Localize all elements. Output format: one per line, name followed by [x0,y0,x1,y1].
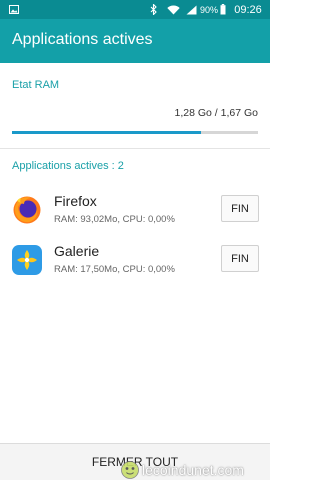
bluetooth-icon [148,0,160,19]
list-item-firefox: Firefox RAM: 93,02Mo, CPU: 0,00% FIN [0,187,270,237]
app-name: Galerie [54,243,100,259]
ram-progress-fill [12,131,202,134]
image-notification-icon [8,0,20,19]
watermark-text: lecoindunet.com [142,462,244,478]
battery-icon [219,0,227,19]
app-stats: RAM: 93,02Mo, CPU: 0,00% [54,214,175,225]
active-apps-label: Applications actives : 2 [12,160,124,172]
ram-usage-value: 1,28 Go / 1,67 Go [174,107,258,119]
gallery-icon [12,245,42,275]
ram-section-label: Etat RAM [12,79,60,91]
status-clock: 09:26 [234,3,262,16]
watermark: lecoindunet.com [120,459,244,481]
watermark-logo-icon [121,461,139,479]
app-name: Firefox [54,193,97,209]
end-galerie-button[interactable]: FIN [221,245,259,272]
end-firefox-button[interactable]: FIN [221,195,259,222]
signal-icon [185,0,197,19]
app-bar: Applications actives [0,19,270,63]
battery-percentage: 90% [199,4,218,15]
section-divider [0,148,270,149]
firefox-icon [12,195,42,225]
status-bar: 90% 09:26 [0,0,270,19]
wifi-icon [166,0,180,19]
ram-progress-bar [12,131,258,134]
list-item-galerie: Galerie RAM: 17,50Mo, CPU: 0,00% FIN [0,237,270,287]
page-title: Applications actives [12,31,153,48]
app-stats: RAM: 17,50Mo, CPU: 0,00% [54,264,175,275]
